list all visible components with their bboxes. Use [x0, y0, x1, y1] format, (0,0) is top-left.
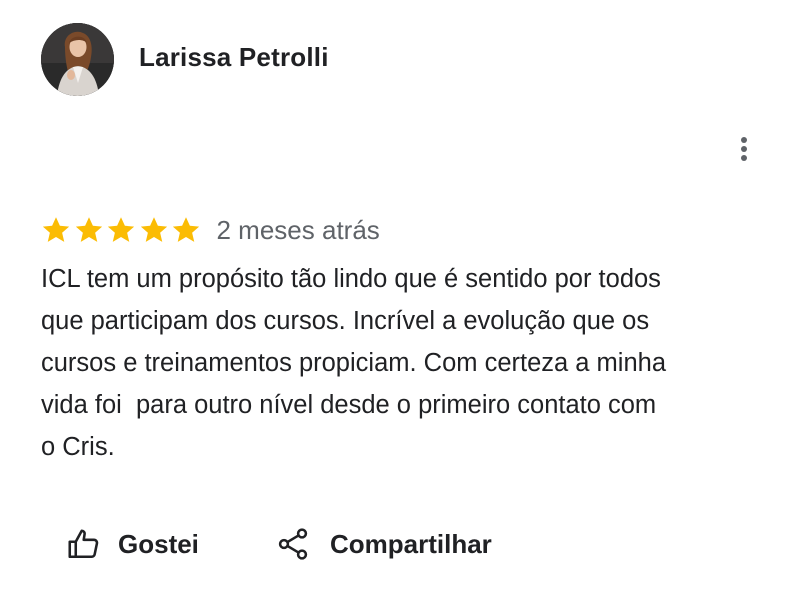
profile-photo-icon	[41, 23, 114, 96]
star-rating	[41, 215, 204, 245]
share-button[interactable]: Compartilhar	[275, 522, 492, 566]
share-icon	[278, 528, 308, 560]
review-text: ICL tem um propósito tão lindo que é sen…	[41, 265, 667, 461]
thumbs-up-icon	[68, 529, 99, 559]
star-icon	[172, 217, 200, 242]
more-options-button[interactable]	[728, 130, 760, 168]
author-name[interactable]: Larissa Petrolli	[139, 42, 329, 73]
like-label: Gostei	[118, 528, 199, 559]
avatar[interactable]	[41, 23, 114, 96]
share-label: Compartilhar	[330, 528, 492, 559]
more-vertical-icon	[741, 137, 747, 161]
like-button[interactable]: Gostei	[66, 522, 199, 566]
star-icon	[107, 217, 135, 242]
rating-row: 2 meses atrás	[41, 212, 380, 248]
star-icon	[42, 217, 70, 242]
star-icon	[140, 217, 167, 242]
star-icon	[75, 217, 102, 242]
review-date: 2 meses atrás	[216, 214, 380, 245]
